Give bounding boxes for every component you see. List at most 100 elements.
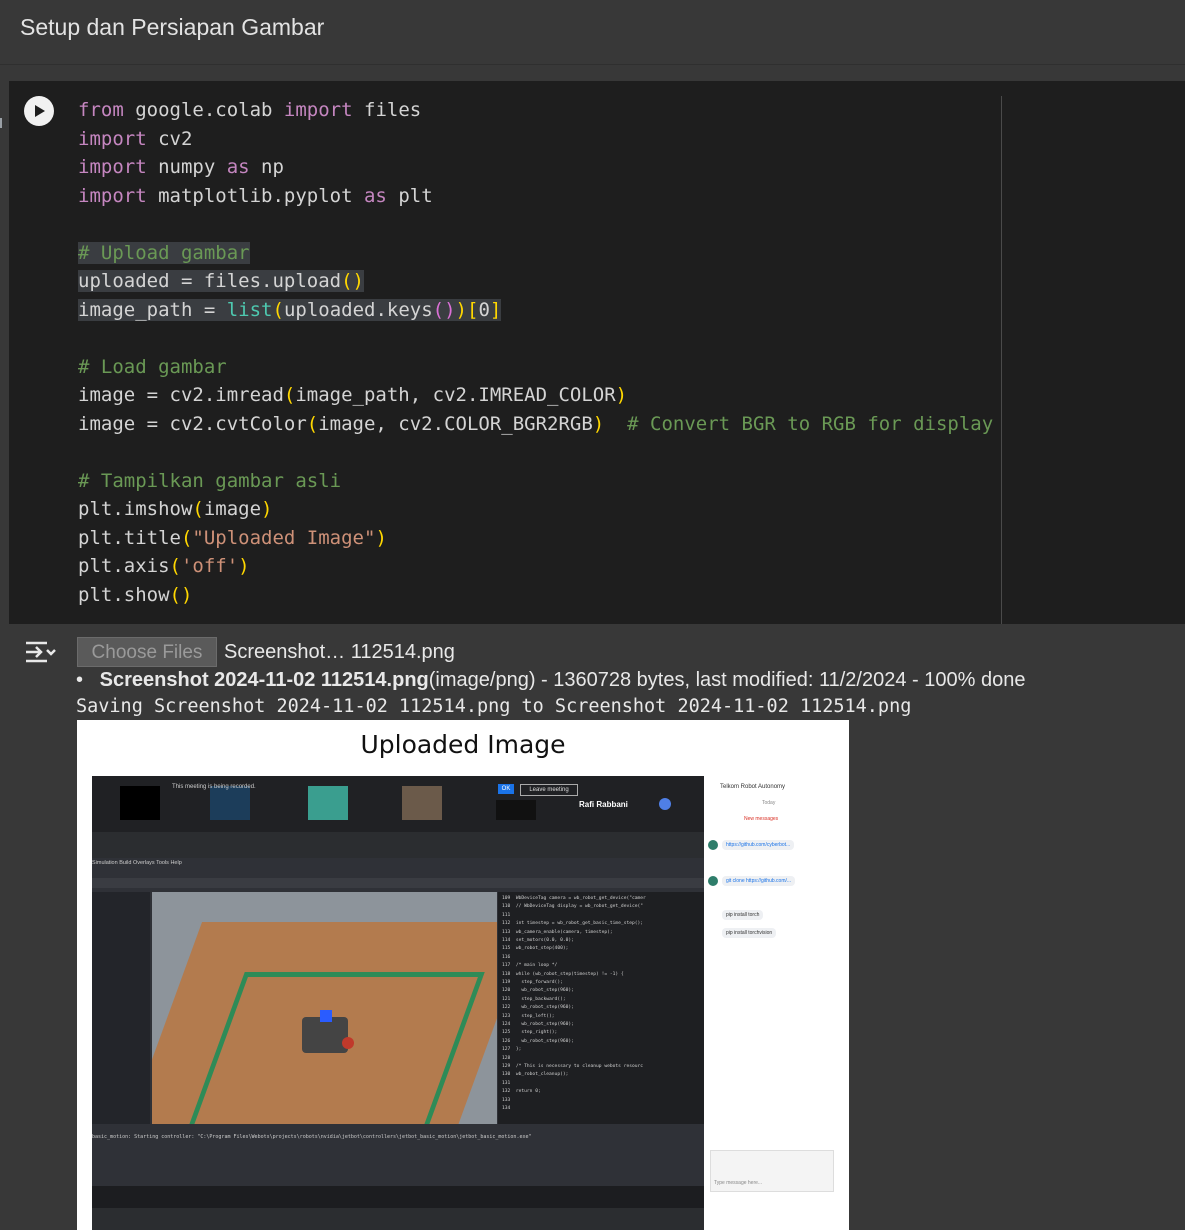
plot-title: Uploaded Image (360, 730, 566, 759)
participant-tile (308, 786, 348, 820)
taskbar (92, 1186, 704, 1208)
code-token: ) (261, 498, 273, 520)
ide-code-line: 129 /* This is necessary to cleanup webo… (502, 1064, 644, 1069)
code-token: # Convert BGR to RGB for display (627, 412, 994, 435)
code-line[interactable] (78, 438, 993, 467)
code-editor[interactable]: from google.colab import files import cv2… (78, 96, 993, 609)
code-token: () (432, 298, 456, 321)
code-token: ( (180, 526, 193, 549)
presenter-avatar (659, 798, 671, 810)
ide-code-line: 124 wb_robot_step(960); (502, 1022, 574, 1027)
chat-avatar (708, 876, 718, 886)
ide-code-line: 126 wb_robot_step(960); (502, 1038, 574, 1044)
code-token: () (341, 270, 364, 292)
ide-code-line: 109 WbDeviceTag camera = wb_robot_get_de… (502, 896, 646, 901)
ide-code-line: 110 // WbDeviceTag display = wb_robot_ge… (502, 904, 644, 910)
code-token: from (78, 99, 124, 121)
code-token: plt (386, 184, 433, 207)
ide-code-pane: 109 WbDeviceTag camera = wb_robot_get_de… (498, 892, 704, 1124)
meeting-chat: Telkom Robot Autonomy Today New messages… (704, 776, 838, 1230)
3d-scene (152, 892, 497, 1124)
code-token: ) (375, 526, 387, 549)
chat-message: https://github.com/cyberbot... (722, 840, 795, 850)
chat-message: pip install torchvision (722, 928, 777, 938)
cell-gutter-marker (0, 118, 2, 128)
ide-code-line: 115 wb_robot_step(400); (502, 946, 569, 952)
code-token: as (226, 156, 250, 178)
code-token: files (352, 99, 422, 121)
code-token: image, cv2.COLOR_BGR2RGB (318, 412, 593, 435)
code-line[interactable]: # Load gambar (78, 353, 993, 382)
code-token: image_path, cv2.IMREAD_COLOR (295, 384, 616, 406)
leave-meeting-button: Leave meeting (520, 784, 578, 796)
editor-ruler (1001, 96, 1002, 624)
console-text: basic_motion: Starting controller: "C:\P… (92, 1134, 532, 1140)
code-token: ( (169, 555, 181, 577)
code-line[interactable]: image_path = list(uploaded.keys())[0] (78, 296, 993, 325)
code-token: matplotlib.pyplot (146, 184, 364, 207)
ide-code-line: 114 set_motors(0.0, 0.0); (502, 938, 574, 943)
participant-tile (402, 786, 442, 820)
webots-ide: Simulation Build Overlays Tools Help 109… (92, 858, 704, 1208)
code-line[interactable] (78, 324, 993, 353)
code-token: as (363, 184, 387, 207)
code-token: numpy (146, 156, 227, 178)
code-token: image = cv2.cvtColor (78, 412, 307, 435)
code-line[interactable]: plt.axis('off') (78, 552, 993, 581)
code-token: ) (592, 412, 605, 435)
code-token: 'off' (180, 555, 239, 577)
ide-code-line: 132 return 0; (502, 1089, 541, 1095)
upload-status-item: • Screenshot 2024-11-02 112514.png(image… (76, 669, 1025, 692)
code-token: ( (192, 498, 204, 520)
code-token: google.colab (123, 99, 284, 121)
output-toggle-icon[interactable] (23, 638, 57, 666)
code-token: # Tampilkan gambar asli (78, 469, 342, 492)
code-token: import (78, 127, 147, 150)
code-line[interactable]: import matplotlib.pyplot as plt (78, 182, 993, 211)
code-line[interactable] (78, 210, 993, 239)
play-icon (35, 105, 45, 117)
code-line[interactable]: # Tampilkan gambar asli (78, 467, 993, 496)
code-line[interactable]: plt.title("Uploaded Image") (78, 524, 993, 553)
code-line[interactable]: image = cv2.cvtColor(image, cv2.COLOR_BG… (78, 410, 993, 439)
ide-code-line: 127 }; (502, 1047, 522, 1053)
uploaded-image: This meeting is being recorded. OK Leave… (92, 776, 838, 1230)
code-line[interactable]: image = cv2.imread(image_path, cv2.IMREA… (78, 381, 993, 410)
bullet-icon: • (76, 669, 100, 691)
ide-menu: Simulation Build Overlays Tools Help (92, 860, 182, 866)
code-line[interactable]: import cv2 (78, 125, 993, 154)
ide-code-line: 118 while (wb_robot_step(timestep) != -1… (502, 971, 624, 977)
code-token: plt.imshow (78, 498, 193, 520)
code-line[interactable]: from google.colab import files (78, 96, 993, 125)
choose-files-button[interactable]: Choose Files (77, 637, 217, 667)
participant-tile (496, 800, 536, 820)
chat-title: Telkom Robot Autonomy (720, 784, 786, 790)
run-cell-button[interactable] (24, 96, 54, 126)
code-line[interactable]: uploaded = files.upload() (78, 267, 993, 296)
code-token: ) (238, 555, 250, 577)
code-token: ] (489, 298, 502, 321)
code-token: plt.show (78, 583, 170, 606)
chat-avatar (708, 840, 718, 850)
ide-code-line: 122 wb_robot_step(960); (502, 1005, 574, 1011)
chat-message: git clone https://github.com/... (722, 876, 796, 886)
code-line[interactable]: plt.show() (78, 581, 993, 610)
section-header: Setup dan Persiapan Gambar (0, 0, 1185, 65)
uploaded-file-name: Screenshot 2024-11-02 112514.png (99, 669, 429, 691)
code-line[interactable]: plt.imshow(image) (78, 495, 993, 524)
chat-date: Today (762, 800, 776, 806)
ide-code-line: 120 wb_robot_step(960); (502, 988, 574, 994)
participant-tile (120, 786, 160, 820)
recording-banner: This meeting is being recorded. (172, 784, 256, 790)
robot-wheel (342, 1037, 354, 1049)
section-title: Setup dan Persiapan Gambar (20, 14, 325, 40)
code-token: () (169, 583, 193, 606)
code-token: # Upload gambar (78, 241, 250, 264)
uploaded-file-meta: (image/png) - 1360728 bytes, last modifi… (428, 669, 1026, 691)
code-token: plt.axis (78, 555, 170, 577)
selected-file-label: Screenshot… 112514.png (224, 641, 455, 663)
plot-output: Uploaded Image This meeting is being rec… (77, 720, 849, 1230)
code-line[interactable]: import numpy as np (78, 153, 993, 182)
code-line[interactable]: # Upload gambar (78, 239, 993, 268)
ide-code-line: 128 (502, 1055, 511, 1061)
